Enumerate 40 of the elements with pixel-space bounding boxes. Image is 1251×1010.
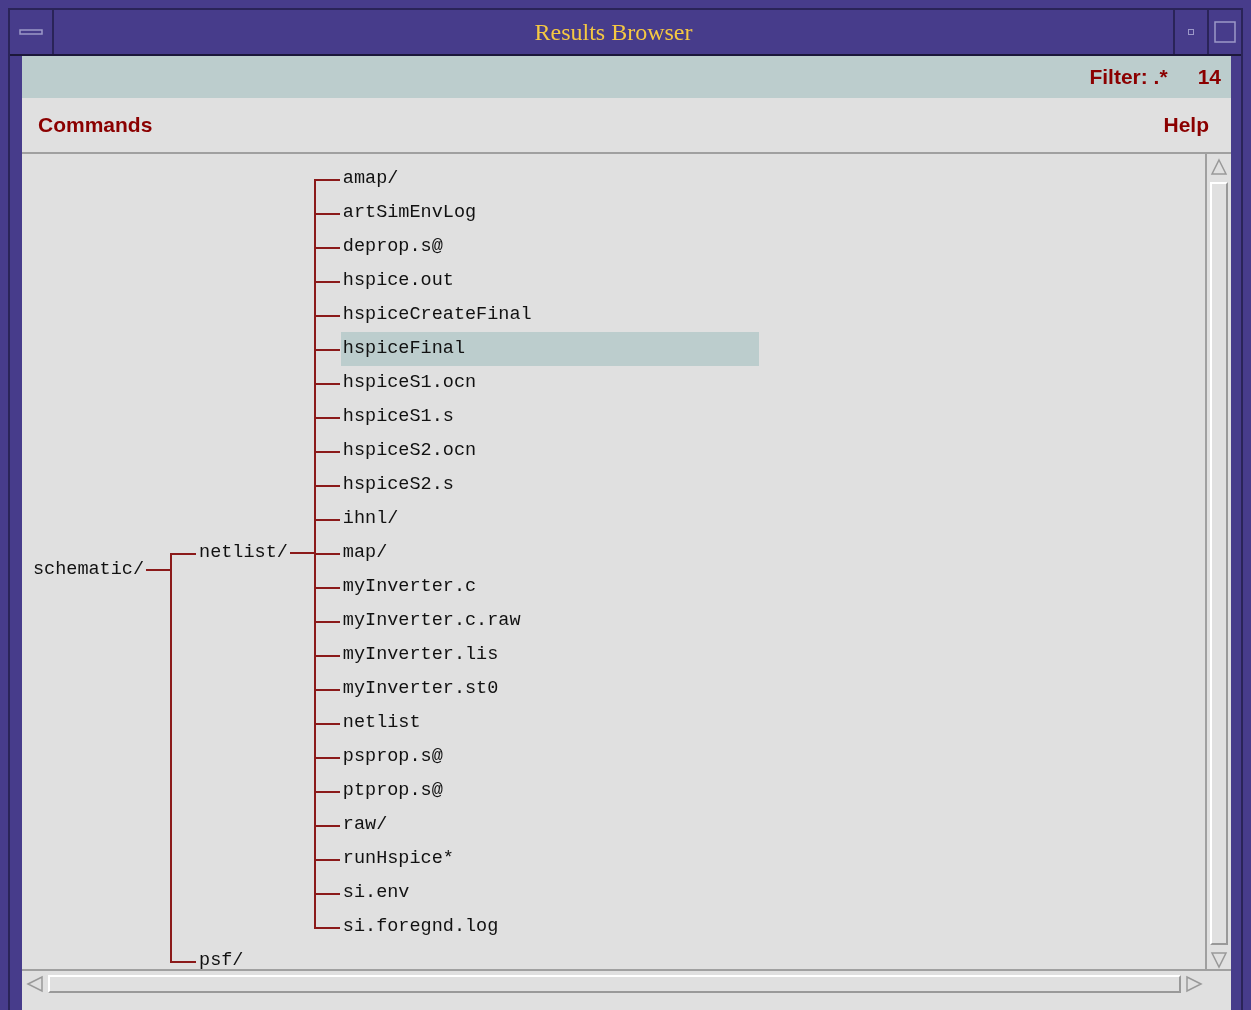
tree-item[interactable]: hspiceS2.ocn (340, 434, 479, 468)
filter-label: Filter: .* (1089, 65, 1168, 89)
bar-icon (19, 27, 43, 37)
tree-item[interactable]: netlist (340, 706, 423, 740)
tree-item[interactable]: hspiceCreateFinal (340, 298, 534, 332)
tree-item[interactable]: si.env (340, 876, 412, 910)
scroll-right-icon[interactable] (1185, 975, 1203, 993)
window-title: Results Browser (534, 18, 693, 46)
tree-item[interactable]: deprop.s@ (340, 230, 445, 264)
result-count: 14 (1197, 65, 1221, 89)
tree-item[interactable]: schematic/ (31, 553, 147, 587)
scroll-thumb[interactable] (48, 975, 1181, 993)
tree-item[interactable]: hspiceS2.s (340, 468, 456, 502)
square-icon (1214, 21, 1236, 43)
menu-item[interactable]: Commands (38, 113, 153, 137)
tree-item[interactable]: myInverter.c (340, 570, 479, 604)
tree-item[interactable]: myInverter.st0 (340, 672, 501, 706)
scroll-up-icon[interactable] (1210, 158, 1228, 176)
tree-item[interactable]: runHspice* (340, 842, 456, 876)
tree-item[interactable]: hspiceS1.s (340, 400, 456, 434)
tree-item[interactable]: netlist/ (197, 536, 290, 570)
tree-item[interactable]: hspice.out (340, 264, 456, 298)
scroll-thumb[interactable] (1210, 182, 1228, 945)
tree-item[interactable]: psf/ (197, 944, 246, 969)
tree-item[interactable]: si.foregnd.log (340, 910, 501, 944)
tree-item[interactable]: psprop.s@ (340, 740, 445, 774)
tree-item[interactable]: ihnl/ (340, 502, 401, 536)
scroll-left-icon[interactable] (26, 975, 44, 993)
tree-item[interactable]: raw/ (340, 808, 390, 842)
scroll-down-icon[interactable] (1210, 951, 1228, 969)
tree-item[interactable]: hspiceS1.ocn (340, 366, 479, 400)
tree-item[interactable]: ptprop.s@ (340, 774, 445, 808)
vertical-scrollbar[interactable] (1205, 154, 1231, 969)
tree-item[interactable]: map/ (340, 536, 390, 570)
menu-item[interactable]: Help (1163, 113, 1209, 137)
tree-item[interactable]: amap/ (340, 162, 401, 196)
tree-item[interactable]: myInverter.lis (340, 638, 501, 672)
tree-item[interactable]: hspiceFinal (340, 332, 759, 366)
tree-item[interactable]: artSimEnvLog (340, 196, 479, 230)
tree-item[interactable]: myInverter.c.raw (340, 604, 523, 638)
